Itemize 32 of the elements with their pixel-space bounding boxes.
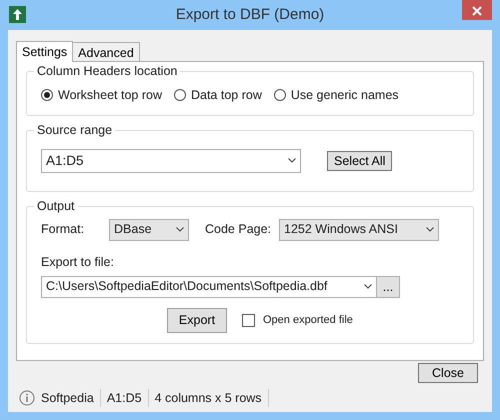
browse-button[interactable]: ... [376, 276, 400, 298]
file-path-combo[interactable]: C:\Users\SoftpediaEditor\Documents\Softpedia.dbf [41, 276, 377, 298]
tab[interactable]: Settings [16, 41, 74, 62]
radio-label: Data top row [190, 87, 262, 104]
info-icon [19, 390, 35, 406]
app-icon [9, 6, 26, 23]
export-file-label: Export to file: [41, 254, 114, 271]
status-text: Softpedia [41, 390, 94, 407]
close-button[interactable]: Close [418, 363, 478, 383]
close-icon[interactable] [462, 0, 492, 20]
window-title: Export to DBF (Demo) [174, 4, 326, 25]
export-button[interactable]: Export [167, 308, 227, 332]
radio-button[interactable] [41, 89, 53, 102]
code-page-label: Code Page: [205, 221, 272, 238]
select-all-button[interactable]: Select All [327, 150, 392, 171]
chevron-icon [426, 227, 434, 232]
status-text: A1:D5 [106, 390, 142, 407]
checkbox-label: Open exported file [263, 312, 353, 328]
radio-button[interactable] [274, 89, 286, 102]
tab[interactable]: Advanced [72, 42, 140, 61]
radio-button[interactable] [174, 89, 186, 102]
chevron-icon [176, 227, 184, 232]
radio-label: Worksheet top row [58, 87, 162, 104]
status-text: 4 columns x 5 rows [154, 390, 262, 407]
range-combo[interactable]: A1:D5 [41, 148, 301, 173]
checkbox[interactable] [242, 314, 255, 326]
format-combo[interactable]: DBase [109, 218, 189, 241]
radio-label: Use generic names [290, 87, 399, 104]
format-label: Format: [41, 221, 86, 238]
chevron-icon [364, 284, 372, 289]
code-page-combo[interactable]: 1252 Windows ANSI [279, 218, 440, 241]
chevron-icon [288, 158, 296, 164]
